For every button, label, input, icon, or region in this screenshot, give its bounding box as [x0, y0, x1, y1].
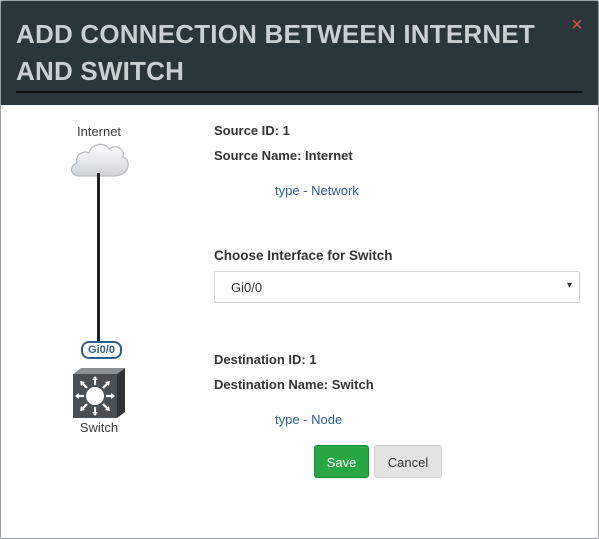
chevron-down-icon: ▾ — [566, 280, 572, 291]
add-connection-dialog: ADD CONNECTION BETWEEN INTERNET AND SWIT… — [0, 0, 599, 539]
connection-line — [97, 173, 100, 341]
close-icon[interactable]: × — [566, 14, 588, 36]
cancel-button[interactable]: Cancel — [374, 445, 442, 478]
source-type-link[interactable]: type - Network — [275, 183, 359, 198]
switch-icon — [73, 368, 125, 418]
source-name: Source Name: Internet — [214, 148, 353, 163]
source-node-label: Internet — [76, 124, 122, 139]
interface-select-label: Choose Interface for Switch — [214, 248, 393, 263]
destination-type-link[interactable]: type - Node — [275, 412, 342, 427]
save-button[interactable]: Save — [314, 445, 369, 478]
destination-name: Destination Name: Switch — [214, 377, 374, 392]
destination-id: Destination ID: 1 — [214, 352, 317, 367]
dialog-header: ADD CONNECTION BETWEEN INTERNET AND SWIT… — [1, 1, 598, 105]
source-id: Source ID: 1 — [214, 123, 290, 138]
interface-select-value: Gi0/0 — [231, 280, 263, 295]
interface-badge: Gi0/0 — [81, 341, 122, 359]
dialog-title: ADD CONNECTION BETWEEN INTERNET AND SWIT… — [16, 16, 582, 93]
interface-select[interactable]: Gi0/0 ▾ — [214, 271, 580, 303]
connection-graph: Internet Gi0/0 Switch — [1, 105, 201, 538]
destination-node-label: Switch — [79, 420, 119, 435]
